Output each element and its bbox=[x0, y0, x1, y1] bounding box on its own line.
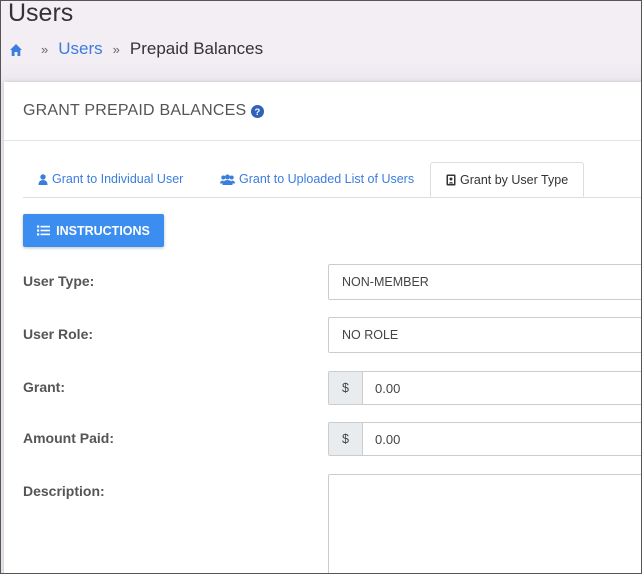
description-label: Description: bbox=[23, 483, 105, 499]
tab-user-type[interactable]: Grant by User Type bbox=[430, 162, 585, 197]
instructions-label: INSTRUCTIONS bbox=[56, 223, 150, 238]
id-badge-icon bbox=[446, 174, 456, 185]
breadcrumb-separator: » bbox=[41, 41, 49, 57]
breadcrumb: » Users » Prepaid Balances bbox=[9, 39, 263, 59]
users-icon bbox=[220, 174, 235, 185]
tab-label: Grant to Individual User bbox=[52, 172, 184, 186]
user-role-value: NO ROLE bbox=[342, 328, 399, 342]
user-type-select[interactable]: NON-MEMBER bbox=[328, 264, 641, 300]
question-circle-icon[interactable]: ? bbox=[251, 104, 265, 118]
user-icon bbox=[38, 173, 48, 185]
tab-bar: Grant to Individual User Grant to Upload… bbox=[23, 162, 641, 198]
svg-text:?: ? bbox=[255, 107, 261, 118]
grant-label: Grant: bbox=[23, 379, 65, 395]
breadcrumb-current: Prepaid Balances bbox=[129, 39, 264, 58]
instructions-button[interactable]: INSTRUCTIONS bbox=[23, 214, 164, 247]
app-frame: Users » Users » Prepaid Balances GRANT P… bbox=[0, 0, 642, 574]
user-type-value: NON-MEMBER bbox=[342, 275, 429, 289]
amount-paid-label: Amount Paid: bbox=[23, 430, 114, 446]
tab-individual-user[interactable]: Grant to Individual User bbox=[23, 162, 198, 196]
amount-paid-input-group: $ 0.00 bbox=[328, 422, 641, 456]
tab-uploaded-list[interactable]: Grant to Uploaded List of Users bbox=[205, 162, 429, 196]
user-role-select[interactable]: NO ROLE bbox=[328, 317, 641, 353]
grant-card: GRANT PREPAID BALANCES ? Grant to Indivi… bbox=[4, 82, 641, 573]
breadcrumb-separator: » bbox=[112, 41, 120, 57]
page-title: Users bbox=[8, 0, 74, 27]
card-header: GRANT PREPAID BALANCES ? bbox=[4, 82, 641, 141]
currency-addon: $ bbox=[329, 423, 363, 455]
tab-label: Grant to Uploaded List of Users bbox=[239, 172, 415, 186]
description-textarea[interactable] bbox=[328, 474, 641, 573]
currency-addon: $ bbox=[329, 372, 363, 404]
grant-input-group: $ 0.00 bbox=[328, 371, 641, 405]
breadcrumb-users-link[interactable]: Users bbox=[58, 39, 102, 59]
user-type-label: User Type: bbox=[23, 273, 95, 289]
tab-label: Grant by User Type bbox=[460, 172, 569, 187]
card-title: GRANT PREPAID BALANCES bbox=[23, 102, 247, 119]
grant-input[interactable]: 0.00 bbox=[363, 372, 400, 404]
list-icon bbox=[37, 225, 51, 236]
home-icon[interactable] bbox=[9, 42, 23, 56]
amount-paid-input[interactable]: 0.00 bbox=[363, 423, 400, 455]
user-role-label: User Role: bbox=[23, 326, 94, 342]
